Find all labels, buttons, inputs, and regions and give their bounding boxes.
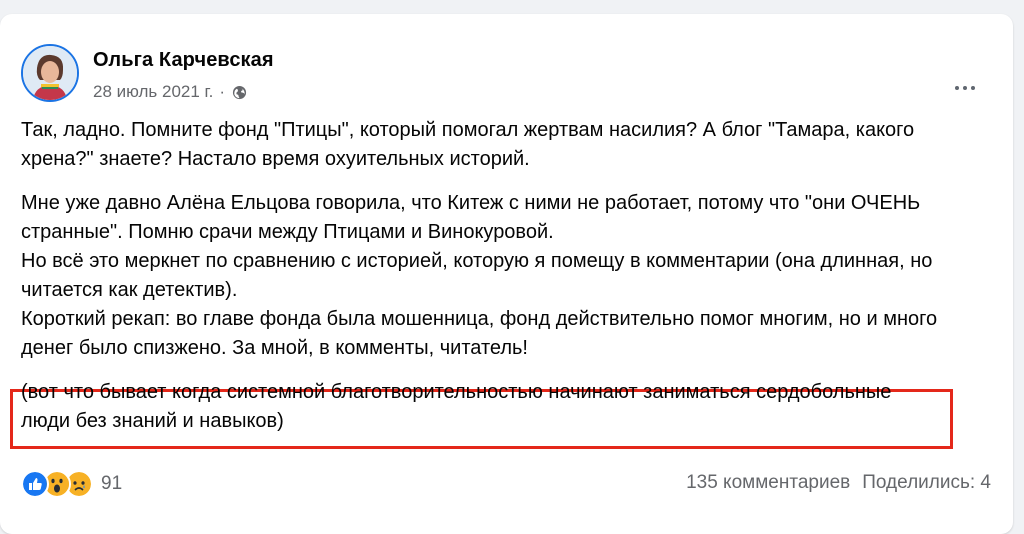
more-dot-icon: [971, 86, 975, 90]
like-icon: [21, 470, 49, 498]
post-card: Ольга Карчевская 28 июль 2021 г. · Так, …: [0, 14, 1013, 534]
more-dot-icon: [963, 86, 967, 90]
more-options-button[interactable]: [945, 68, 985, 108]
more-dot-icon: [955, 86, 959, 90]
post-meta: 28 июль 2021 г. ·: [93, 80, 247, 104]
post-paragraph-3: (вот что бывает когда системной благотво…: [21, 381, 892, 432]
avatar[interactable]: [21, 44, 79, 102]
post-paragraph-2: Мне уже давно Алёна Ельцова говорила, чт…: [21, 192, 938, 359]
post-date[interactable]: 28 июль 2021 г.: [93, 82, 213, 102]
post-paragraph-1: Так, ладно. Помните фонд "Птицы", которы…: [21, 119, 915, 170]
reactions-count[interactable]: 91: [101, 473, 122, 495]
globe-icon: [233, 85, 247, 99]
post-stats: 135 комментариев Поделились: 4: [686, 472, 991, 494]
meta-separator: ·: [219, 82, 226, 101]
comments-count-link[interactable]: 135 комментариев: [686, 472, 850, 494]
shares-count-link[interactable]: Поделились: 4: [862, 472, 991, 494]
reactions-summary[interactable]: 91: [21, 470, 122, 498]
author-name[interactable]: Ольга Карчевская: [93, 49, 274, 72]
